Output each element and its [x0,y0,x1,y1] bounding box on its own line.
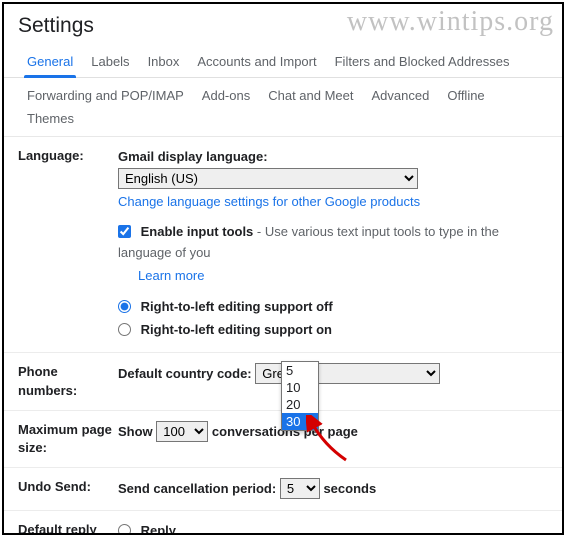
undo-period-label: Send cancellation period: [118,481,276,496]
enable-input-tools-label: Enable input tools [141,224,254,239]
tab-general[interactable]: General [18,48,82,77]
tab-labels[interactable]: Labels [82,48,138,77]
tab-forwarding[interactable]: Forwarding and POP/IMAP [18,84,193,107]
reply-text: Reply [141,523,176,535]
page-title: Settings [4,4,562,42]
pagesize-show: Show [118,424,153,439]
country-code-label: Default country code: [118,366,252,381]
phone-label: Phone numbers: [18,363,118,399]
tab-accounts[interactable]: Accounts and Import [188,48,325,77]
pagesize-label: Maximum page size: [18,421,118,457]
reply-label: Default reply behavior: [18,522,97,535]
tab-inbox[interactable]: Inbox [139,48,189,77]
tab-themes[interactable]: Themes [18,107,83,130]
undo-period-dropdown-open[interactable]: 5 10 20 30 [281,361,319,431]
rtl-on-label: Right-to-left editing support on [141,322,332,337]
tab-advanced[interactable]: Advanced [363,84,439,107]
section-language: Language: Gmail display language: Englis… [4,137,562,353]
language-label: Language: [18,147,118,342]
tabs-primary: General Labels Inbox Accounts and Import… [4,42,562,78]
tab-filters[interactable]: Filters and Blocked Addresses [326,48,519,77]
rtl-off-radio[interactable] [118,300,131,313]
reply-radio[interactable] [118,524,131,535]
change-language-link[interactable]: Change language settings for other Googl… [118,194,420,209]
tab-offline[interactable]: Offline [438,84,493,107]
tab-addons[interactable]: Add-ons [193,84,259,107]
pagesize-select[interactable]: 100 [156,421,208,442]
display-language-select[interactable]: English (US) [118,168,418,189]
undo-period-select[interactable]: 5 [280,478,320,499]
section-reply: Default reply behavior: Learn more Reply… [4,511,562,535]
rtl-off-label: Right-to-left editing support off [141,299,333,314]
rtl-on-radio[interactable] [118,323,131,336]
undo-option-20[interactable]: 20 [282,396,318,413]
tab-chat[interactable]: Chat and Meet [259,84,362,107]
learn-more-link[interactable]: Learn more [138,268,204,283]
undo-label: Undo Send: [18,478,118,500]
undo-option-10[interactable]: 10 [282,379,318,396]
undo-option-5[interactable]: 5 [282,362,318,379]
display-language-label: Gmail display language: [118,149,268,164]
section-undo: Undo Send: Send cancellation period: 5 s… [4,468,562,511]
tabs-secondary: Forwarding and POP/IMAP Add-ons Chat and… [4,78,562,137]
enable-input-tools-checkbox[interactable] [118,225,131,238]
undo-seconds: seconds [323,481,376,496]
undo-option-30[interactable]: 30 [282,413,318,430]
